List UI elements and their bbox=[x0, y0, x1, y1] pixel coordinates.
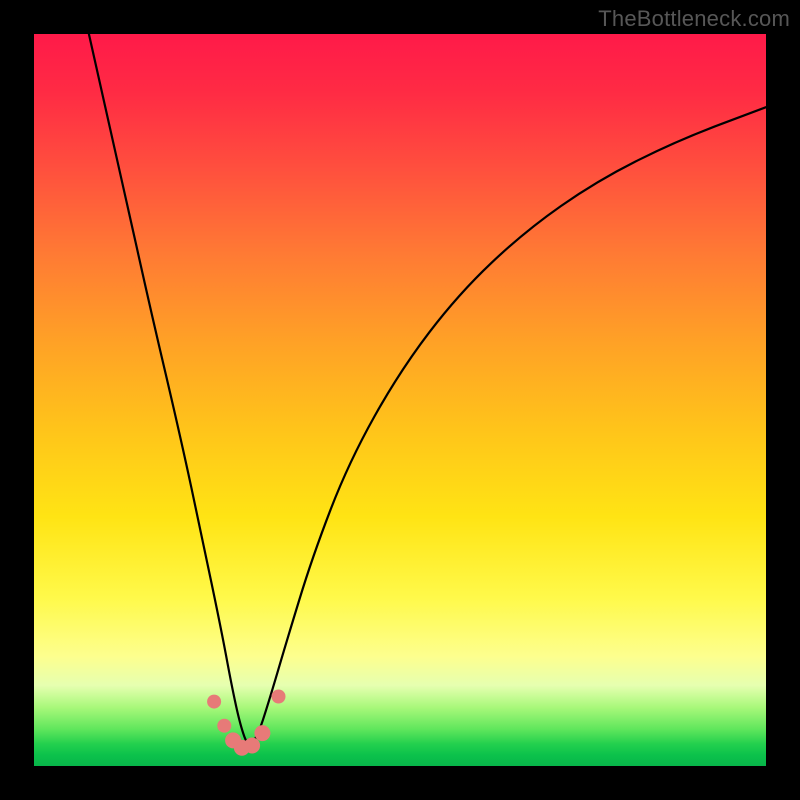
curve-minimum-dots bbox=[207, 690, 285, 756]
minimum-dot bbox=[272, 690, 286, 704]
bottleneck-curve bbox=[89, 34, 766, 744]
minimum-dot bbox=[244, 738, 260, 754]
plot-area bbox=[34, 34, 766, 766]
minimum-dot bbox=[254, 725, 270, 741]
minimum-dot bbox=[217, 719, 231, 733]
chart-svg bbox=[34, 34, 766, 766]
watermark-text: TheBottleneck.com bbox=[598, 6, 790, 32]
chart-frame: TheBottleneck.com bbox=[0, 0, 800, 800]
minimum-dot bbox=[207, 695, 221, 709]
